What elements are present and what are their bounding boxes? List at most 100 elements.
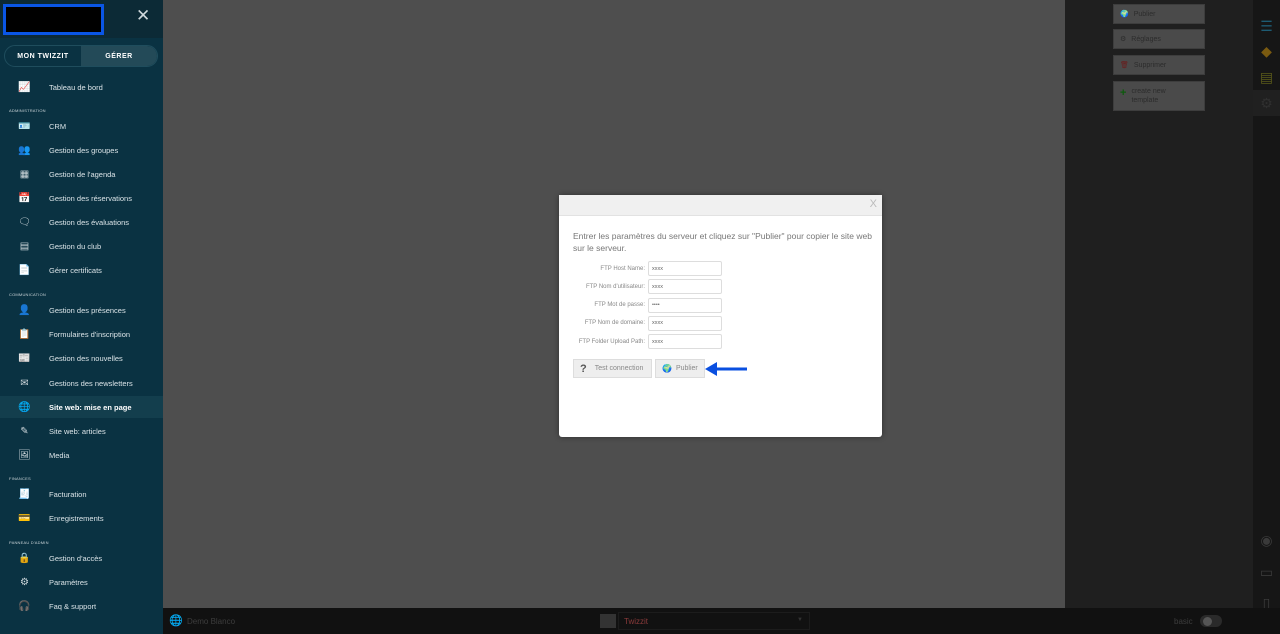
template-select[interactable]: Twizzit ▼ <box>618 612 810 630</box>
chevron-down-icon: ▼ <box>797 617 803 623</box>
sidebar-item-label: Gestion d'accès <box>49 553 103 563</box>
ftp-field-input[interactable] <box>648 279 722 295</box>
sidebar-item[interactable]: 📄 Gérer certificats <box>0 259 163 281</box>
sidebar-item-icon: ✉ <box>20 377 29 389</box>
section-label: ADMINISTRATION <box>9 108 46 113</box>
sidebar-item[interactable]: 🖼 Media <box>0 444 163 466</box>
sidebar-item-icon: 🧾 <box>18 488 31 500</box>
sidebar-item-icon: 📄 <box>18 264 31 276</box>
ftp-field-row: FTP Nom d'utilisateur: <box>559 279 722 295</box>
modal-instructions: Entrer les paramètres du serveur et cliq… <box>573 231 872 253</box>
sidebar-item[interactable]: 📰 Gestion des nouvelles <box>0 347 163 369</box>
gear-icon[interactable]: ⚙ <box>1253 90 1280 116</box>
sidebar-item-icon: 👥 <box>18 144 31 156</box>
sidebar-item-icon: 📈 <box>18 81 31 93</box>
plus-icon: + <box>1120 87 1127 99</box>
ftp-field-row: FTP Nom de domaine: <box>559 315 722 331</box>
sidebar-item-icon: 💳 <box>18 512 31 524</box>
sidebar-item[interactable]: 👥 Gestion des groupes <box>0 139 163 161</box>
sidebar-item[interactable]: 🎧 Faq & support <box>0 595 163 617</box>
sidebar-item-icon: 🪪 <box>18 120 31 132</box>
sidebar-item-label: Gestion des groupes <box>49 145 119 155</box>
modal-close-button[interactable]: X <box>870 198 877 210</box>
sidebar-item[interactable]: 🗨 Gestion des évaluations <box>0 211 163 233</box>
sidebar-item-label: Faq & support <box>49 601 97 611</box>
menu-icon[interactable]: ☰ <box>1253 13 1280 39</box>
sidebar-item-label: Formulaires d'inscription <box>49 329 131 339</box>
sidebar-item[interactable]: 👤 Gestion des présences <box>0 299 163 321</box>
test-connection-button[interactable]: ? Test connection <box>573 359 652 378</box>
sidebar-item[interactable]: 📅 Gestion des réservations <box>0 187 163 209</box>
section-label: COMMUNICATION <box>9 292 46 297</box>
settings-template-button[interactable]: ⚙ Réglages <box>1113 29 1205 49</box>
sidebar-item-label: Gestion du club <box>49 241 102 251</box>
sidebar-item-label: Gestion des présences <box>49 305 126 315</box>
modal-header: X <box>559 195 882 216</box>
desktop-icon[interactable]: ▭ <box>1253 559 1280 585</box>
sidebar-item[interactable]: 🔒 Gestion d'accès <box>0 547 163 569</box>
field-label: FTP Mot de passe: <box>594 302 645 309</box>
field-label: FTP Nom de domaine: <box>584 320 645 327</box>
box-icon[interactable]: ◆ <box>1253 38 1280 64</box>
sidebar-item[interactable]: 📈 Tableau de bord <box>0 76 163 98</box>
sidebar-item-label: Paramètres <box>49 577 88 587</box>
ftp-field-row: FTP Folder Upload Path: <box>559 334 722 350</box>
sidebar-item[interactable]: ▤ Gestion du club <box>0 235 163 257</box>
publish-icon: 🌍 <box>1120 11 1129 18</box>
delete-template-button[interactable]: 🗑 Supprimer <box>1113 55 1205 75</box>
toggle-mon-twizzit[interactable]: MON TWIZZIT <box>5 46 81 66</box>
sidebar-item[interactable]: 🌐 Site web: mise en page <box>0 396 163 418</box>
sidebar-item-label: Gestions des newsletters <box>49 378 133 388</box>
globe-icon: 🌐 <box>169 615 183 627</box>
mode-label: basic <box>1174 617 1193 626</box>
ftp-field-row: FTP Mot de passe: <box>559 297 722 313</box>
sidebar-item[interactable]: 💳 Enregistrements <box>0 507 163 529</box>
sidebar-item-label: Gestion de l'agenda <box>49 169 116 179</box>
sidebar-item-icon: ⚙ <box>20 576 29 588</box>
document-icon[interactable]: ▤ <box>1253 64 1280 90</box>
basic-toggle[interactable] <box>1200 615 1222 627</box>
publish-template-button[interactable]: 🌍 Publier <box>1113 4 1205 24</box>
sidebar-item-label: Gestion des nouvelles <box>49 353 123 363</box>
sidebar-item[interactable]: ✉ Gestions des newsletters <box>0 372 163 394</box>
create-template-button[interactable]: + create new template <box>1113 81 1205 111</box>
bottom-bar: 🌐 Demo Blanco Twizzit ▼ basic <box>163 608 1280 634</box>
ftp-field-input[interactable] <box>648 261 722 276</box>
publish-button[interactable]: 🌍 Publier <box>655 359 705 378</box>
sidebar-item-label: Enregistrements <box>49 513 104 523</box>
sidebar-item-label: Tableau de bord <box>49 82 103 92</box>
sidebar-item-label: CRM <box>49 121 67 131</box>
sidebar-item[interactable]: ⚙ Paramètres <box>0 571 163 593</box>
sidebar-item-icon: 🗨 <box>18 216 31 228</box>
sidebar-item-icon: 🌐 <box>18 401 31 413</box>
site-name: Demo Blanco <box>187 617 236 626</box>
sidebar-item-label: Gestion des réservations <box>49 193 132 203</box>
sidebar-item-label: Gérer certificats <box>49 265 102 275</box>
field-label: FTP Nom d'utilisateur: <box>585 283 645 290</box>
sidebar-item-icon: 📋 <box>18 328 31 340</box>
ftp-field-input[interactable] <box>648 315 722 331</box>
gear-icon: ⚙ <box>1120 36 1127 43</box>
sidebar-item-icon: 🔒 <box>18 552 31 564</box>
sidebar-item-label: Site web: articles <box>49 426 106 436</box>
eye-icon[interactable]: ◉ <box>1253 527 1280 553</box>
sidebar-item-icon: 👤 <box>18 304 31 316</box>
sidebar-item-icon: 📰 <box>18 352 31 364</box>
mode-toggle[interactable]: MON TWIZZIT GÉRER <box>4 45 158 67</box>
sidebar-item[interactable]: 🪪 CRM <box>0 115 163 137</box>
publish-modal: X Entrer les paramètres du serveur et cl… <box>559 195 882 437</box>
field-label: FTP Folder Upload Path: <box>578 338 645 345</box>
sidebar-item-label: Gestion des évaluations <box>49 217 130 227</box>
sidebar-item[interactable]: ▦ Gestion de l'agenda <box>0 163 163 185</box>
close-sidebar-button[interactable]: ✕ <box>136 6 150 26</box>
logo[interactable] <box>3 4 104 35</box>
arrow-icon <box>705 362 747 376</box>
sidebar-item[interactable]: 📋 Formulaires d'inscription <box>0 323 163 345</box>
sidebar-item[interactable]: ✎ Site web: articles <box>0 420 163 442</box>
toggle-gerer[interactable]: GÉRER <box>81 46 157 66</box>
ftp-field-input[interactable] <box>648 297 722 313</box>
sidebar-item-label: Site web: mise en page <box>49 402 132 412</box>
section-label: FINANCES <box>9 476 31 481</box>
sidebar-item[interactable]: 🧾 Facturation <box>0 483 163 505</box>
ftp-field-input[interactable] <box>648 334 722 350</box>
